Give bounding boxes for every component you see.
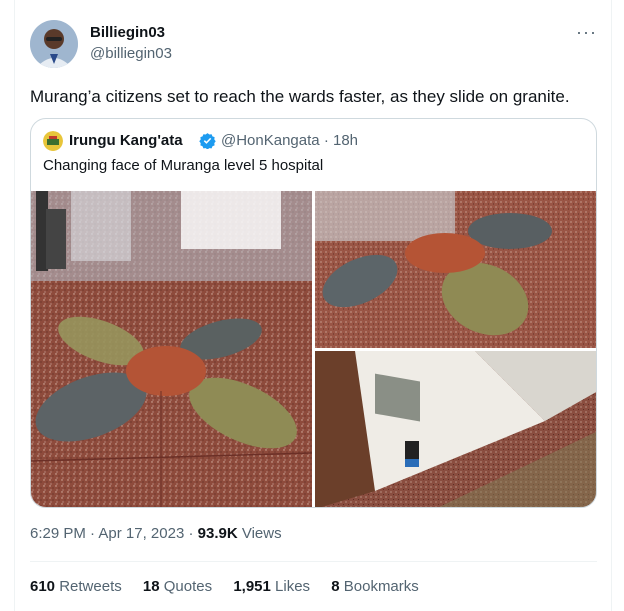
divider <box>30 561 597 562</box>
separator-dot: · <box>323 132 329 149</box>
quotes-label: Quotes <box>163 578 213 595</box>
quotes-count: 18 <box>142 578 160 595</box>
engagement-stats: 610 Retweets 18 Quotes 1,951 Likes 8 Boo… <box>30 578 436 595</box>
quoted-tweet[interactable]: Irungu Kang'ata @HonKangata · 18h Changi… <box>30 118 597 508</box>
tweet-meta: 6:29 PM · Apr 17, 2023 · 93.9K Views <box>30 525 282 542</box>
tweet-time[interactable]: 6:29 PM <box>30 525 86 542</box>
bookmarks-stat[interactable]: 8 Bookmarks <box>331 578 419 595</box>
retweets-label: Retweets <box>59 578 122 595</box>
verified-badge-icon <box>199 133 216 149</box>
author-name[interactable]: Billiegin03 <box>90 24 165 41</box>
quote-timestamp[interactable]: 18h <box>333 132 358 149</box>
tweet-text: Murang’a citizens set to reach the wards… <box>30 87 570 106</box>
views-count: 93.9K <box>197 525 238 542</box>
quote-author-avatar[interactable] <box>43 131 63 151</box>
tweet-date[interactable]: Apr 17, 2023 <box>98 525 184 542</box>
photo-corridor[interactable] <box>315 351 596 507</box>
author-avatar[interactable] <box>30 20 78 68</box>
bookmarks-count: 8 <box>331 578 340 595</box>
retweets-stat[interactable]: 610 Retweets <box>30 578 122 595</box>
more-horizontal-icon[interactable]: ··· <box>576 22 597 43</box>
likes-count: 1,951 <box>233 578 271 595</box>
quote-text: Changing face of Muranga level 5 hospita… <box>43 157 324 174</box>
likes-stat[interactable]: 1,951 Likes <box>233 578 310 595</box>
quotes-stat[interactable]: 18 Quotes <box>143 578 212 595</box>
photo-floor-closeup[interactable] <box>315 191 596 348</box>
quote-author-handle[interactable]: @HonKangata · 18h <box>221 132 358 149</box>
separator-dot: · <box>188 525 194 542</box>
photo-floor-flower[interactable] <box>31 191 312 507</box>
views-label: Views <box>241 525 282 542</box>
quote-author-name[interactable]: Irungu Kang'ata <box>69 132 183 149</box>
bookmarks-label: Bookmarks <box>343 578 419 595</box>
retweets-count: 610 <box>30 578 56 595</box>
separator-dot: · <box>90 525 96 542</box>
quote-handle-text: @HonKangata <box>221 132 320 149</box>
author-handle[interactable]: @billiegin03 <box>90 45 172 62</box>
likes-label: Likes <box>275 578 311 595</box>
